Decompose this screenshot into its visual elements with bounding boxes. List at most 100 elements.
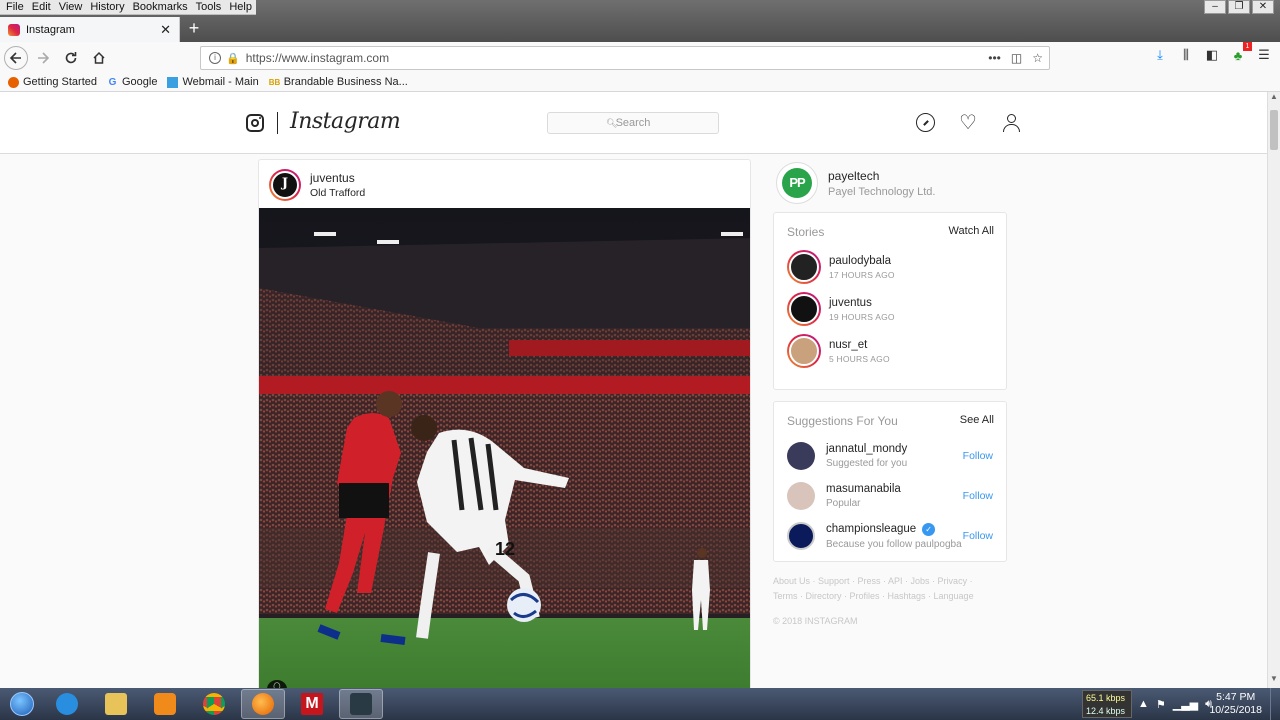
taskbar-firefox[interactable] [241,689,285,719]
menu-bookmarks[interactable]: Bookmarks [129,0,192,14]
post-photo[interactable]: 12 👤︎ [259,208,750,688]
story-username: paulodybala [829,254,892,267]
follow-button[interactable]: Follow [963,450,993,462]
show-desktop-button[interactable] [1270,688,1280,720]
post-avatar[interactable]: J [269,168,301,201]
home-button[interactable] [86,45,112,71]
follow-button[interactable]: Follow [963,530,993,542]
close-window-button[interactable]: ✕ [1252,0,1274,14]
bookmark-google[interactable]: G Google [107,76,158,88]
taskbar-chrome[interactable] [192,689,236,719]
forward-button[interactable] [30,45,56,71]
media-player-icon [154,693,176,715]
see-all-link[interactable]: See All [960,414,994,428]
suggestion-username-row[interactable]: championsleague ✓ [826,522,963,536]
watch-all-link[interactable]: Watch All [949,225,994,239]
scroll-up-icon[interactable]: ▲ [1268,92,1280,106]
url-actions: ••• ◫ ☆ [988,51,1049,65]
jannatul-avatar-icon[interactable] [787,442,815,470]
story-avatar [787,250,821,284]
menu-view[interactable]: View [55,0,87,14]
scroll-down-icon[interactable]: ▼ [1268,674,1280,688]
profile-icon[interactable] [1002,113,1022,133]
instagram-wordmark[interactable]: Instagram [290,109,401,134]
network-signal-icon[interactable]: ▁▃▅ [1173,698,1198,711]
brandable-icon: BB [268,77,281,87]
menu-file[interactable]: File [2,0,28,14]
sidebar-icon[interactable]: ◧ [1204,47,1220,63]
url-bar[interactable]: i 🔒 https://www.instagram.com ••• ◫ ☆ [200,46,1050,70]
tab-instagram[interactable]: Instagram ✕ [0,17,180,42]
download-icon[interactable]: ⤓ [1152,47,1168,63]
post-username[interactable]: juventus [310,171,365,185]
suggestion-username[interactable]: jannatul_mondy [826,443,963,455]
explore-compass-icon[interactable] [916,113,935,132]
action-center-flag-icon[interactable]: ⚑ [1156,698,1166,711]
vertical-scrollbar[interactable]: ▲ ▼ [1267,92,1280,688]
arrow-left-icon [9,51,21,64]
menu-tools[interactable]: Tools [192,0,226,14]
instagram-favicon-icon [8,23,20,36]
url-text[interactable]: https://www.instagram.com [246,51,989,65]
player-number: 12 [495,539,515,559]
site-info-icon[interactable]: i [209,52,221,64]
search-icon: 🔍︎ [606,118,618,128]
taskbar-m-app[interactable]: M [290,689,334,719]
lock-icon[interactable]: 🔒 [226,52,240,65]
bookmark-webmail[interactable]: Webmail - Main [167,76,259,88]
instagram-camera-icon[interactable] [246,114,264,132]
story-item[interactable]: nusr_et 5 HOURS AGO [774,330,1006,372]
suggestion-username[interactable]: masumanabila [826,483,963,495]
story-avatar [787,292,821,326]
tab-close-icon[interactable]: ✕ [160,22,171,38]
menu-history[interactable]: History [86,0,128,14]
firefox-icon [252,693,274,715]
story-item[interactable]: juventus 19 HOURS AGO [774,288,1006,330]
current-user-avatar[interactable]: PP [776,162,818,204]
page-actions-icon[interactable]: ••• [988,51,1001,65]
menu-edit[interactable]: Edit [28,0,55,14]
taskbar-explorer[interactable] [94,689,138,719]
footer-links-line-2[interactable]: Terms · Directory · Profiles · Hashtags … [773,589,1013,604]
post-location[interactable]: Old Trafford [310,187,365,199]
menu-help[interactable]: Help [225,0,256,14]
championsleague-avatar-icon[interactable] [787,522,815,550]
new-tab-button[interactable]: + [184,17,204,39]
footer-links-line-1[interactable]: About Us · Support · Press · API · Jobs … [773,574,1013,589]
extension-icon[interactable]: ♣ [1230,41,1252,63]
tray-expand-icon[interactable]: ▲ [1138,698,1149,710]
minimize-button[interactable]: – [1204,0,1226,14]
suggestions-title: Suggestions For You [787,414,898,428]
follow-button[interactable]: Follow [963,490,993,502]
taskbar-filmora[interactable] [339,689,383,719]
ig-header: Instagram 🔍︎ ♡ [0,92,1267,154]
taskbar-ie[interactable] [45,689,89,719]
pocket-icon[interactable]: ◫ [1011,51,1022,65]
library-icon[interactable]: ⫼ [1178,47,1194,63]
scroll-thumb[interactable] [1270,110,1278,150]
bookmark-star-icon[interactable]: ☆ [1032,51,1043,65]
story-time: 5 HOURS AGO [829,353,890,364]
system-tray: ▲ ⚑ ▁▃▅ 🔊︎ [1138,688,1212,720]
reload-button[interactable] [58,45,84,71]
story-time: 17 HOURS AGO [829,269,895,280]
bookmark-getting-started[interactable]: Getting Started [8,76,97,88]
suggestion-username: championsleague [826,523,917,535]
bookmark-brandable[interactable]: BB Brandable Business Na... [269,76,408,88]
activity-heart-icon[interactable]: ♡ [958,113,978,133]
hamburger-menu-icon[interactable]: ☰ [1256,47,1272,63]
back-button[interactable] [4,45,28,70]
start-button[interactable] [4,689,40,719]
story-username: nusr_et [829,338,868,351]
system-clock[interactable]: 5:47 PM 10/25/2018 [1209,691,1262,717]
story-item[interactable]: paulodybala 17 HOURS AGO [774,246,1006,288]
search-input[interactable] [547,112,719,134]
google-icon: G [108,76,117,88]
maximize-button[interactable]: ❐ [1228,0,1250,14]
taskbar-media-player[interactable] [143,689,187,719]
current-username[interactable]: payeltech [828,169,935,183]
navigation-toolbar: i 🔒 https://www.instagram.com ••• ◫ ☆ ⤓ … [0,41,1280,73]
suggestion-subtitle: Suggested for you [826,458,908,469]
firefox-icon [8,76,19,88]
masumanabila-avatar-icon[interactable] [787,482,815,510]
